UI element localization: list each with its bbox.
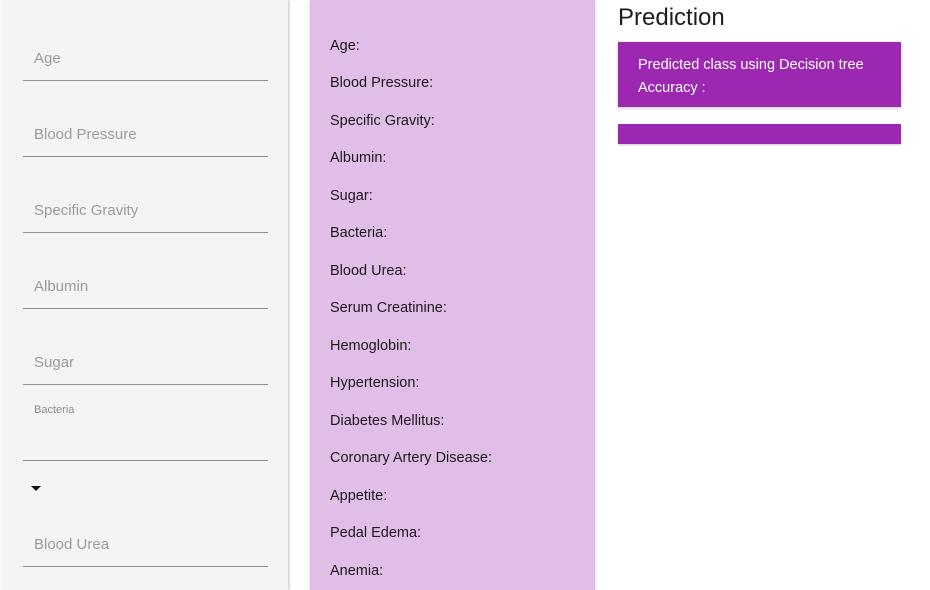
summary-appetite: Appetite: xyxy=(330,488,388,504)
summary-blood-urea: Blood Urea: xyxy=(330,263,407,279)
caret-down-icon[interactable] xyxy=(31,486,41,491)
summary-anemia: Anemia: xyxy=(330,563,384,579)
summary-pedal-edema: Pedal Edema: xyxy=(330,525,422,541)
summary-hypertension: Hypertension: xyxy=(330,375,420,391)
sugar-input[interactable]: Sugar xyxy=(23,344,268,385)
blood-urea-input[interactable]: Blood Urea xyxy=(23,526,268,567)
summary-age: Age: xyxy=(330,38,360,54)
input-summary-panel: Age: Blood Pressure: Specific Gravity: A… xyxy=(310,0,595,590)
prediction-result-card: Predicted class using Decision tree Accu… xyxy=(618,42,901,107)
summary-sugar: Sugar: xyxy=(330,188,373,204)
accuracy-label: Accuracy : xyxy=(638,80,706,96)
specific-gravity-placeholder: Specific Gravity xyxy=(34,202,139,219)
predicted-class-label: Predicted class using Decision tree xyxy=(638,57,864,73)
summary-specific-gravity: Specific Gravity: xyxy=(330,113,435,129)
bacteria-select[interactable]: Bacteria xyxy=(23,402,268,461)
bacteria-label: Bacteria xyxy=(34,404,75,416)
input-form-panel: Age Blood Pressure Specific Gravity Albu… xyxy=(2,0,288,590)
specific-gravity-input[interactable]: Specific Gravity xyxy=(23,192,268,233)
blood-urea-placeholder: Blood Urea xyxy=(34,536,110,553)
summary-diabetes-mellitus: Diabetes Mellitus: xyxy=(330,413,445,429)
summary-albumin: Albumin: xyxy=(330,150,387,166)
blood-pressure-placeholder: Blood Pressure xyxy=(34,126,137,143)
summary-serum-creatinine: Serum Creatinine: xyxy=(330,300,447,316)
albumin-input[interactable]: Albumin xyxy=(23,268,268,309)
page: Age Blood Pressure Specific Gravity Albu… xyxy=(0,0,930,590)
summary-blood-pressure: Blood Pressure: xyxy=(330,75,434,91)
summary-hemoglobin: Hemoglobin: xyxy=(330,338,412,354)
summary-coronary-artery-disease: Coronary Artery Disease: xyxy=(330,450,492,466)
prediction-title: Prediction xyxy=(618,4,725,31)
age-placeholder: Age xyxy=(34,50,61,67)
sugar-placeholder: Sugar xyxy=(34,354,75,371)
prediction-bar xyxy=(618,124,901,144)
blood-pressure-input[interactable]: Blood Pressure xyxy=(23,116,268,157)
summary-bacteria: Bacteria: xyxy=(330,225,388,241)
albumin-placeholder: Albumin xyxy=(34,278,89,295)
age-input[interactable]: Age xyxy=(23,40,268,81)
